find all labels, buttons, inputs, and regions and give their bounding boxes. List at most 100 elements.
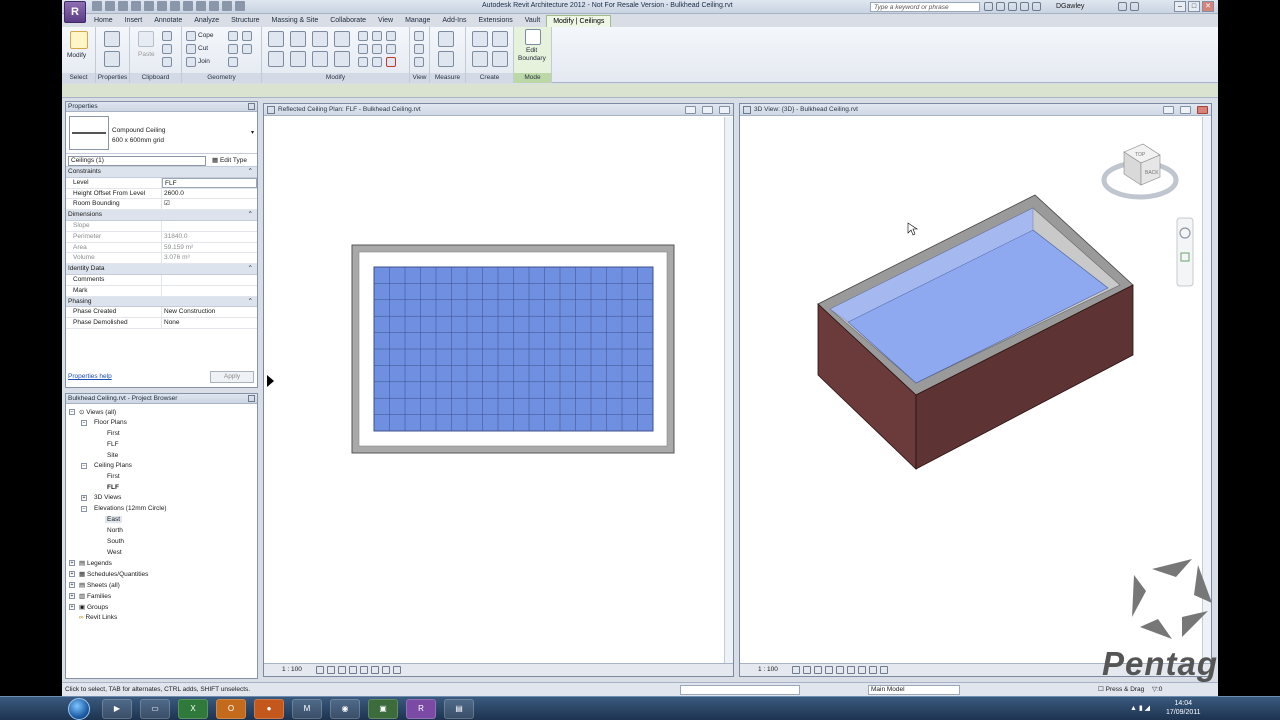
reveal-hidden-icon[interactable] (393, 666, 401, 674)
tree-3d-views[interactable]: 3D Views (94, 494, 121, 501)
join-icon[interactable] (186, 57, 196, 67)
property-value[interactable]: New Construction (162, 307, 257, 317)
properties-section-header[interactable]: Dimensions (66, 210, 257, 221)
subscription-icon[interactable] (996, 2, 1005, 11)
workset-selector[interactable] (680, 685, 800, 695)
edit-type-button[interactable]: ▦ Edit Type (212, 156, 247, 164)
minimize-button[interactable] (685, 106, 696, 114)
tree-ceiling-flf[interactable]: FLF (107, 484, 119, 491)
visual-style-icon[interactable] (327, 666, 335, 674)
expand-icon[interactable]: + (69, 582, 75, 588)
tree-elevation-north[interactable]: North (107, 527, 123, 534)
undo-icon[interactable] (118, 1, 128, 11)
outlook-icon[interactable]: O (216, 699, 246, 719)
detail-level-icon[interactable] (792, 666, 800, 674)
tree-views-all[interactable]: ⊙ Views (all) (79, 408, 116, 416)
modify-arrow-icon[interactable] (70, 31, 88, 49)
properties-help-link[interactable]: Properties help (68, 373, 112, 380)
trim-multiple-icon[interactable] (386, 31, 396, 41)
align-end-icon[interactable] (372, 57, 382, 67)
measure-distance-icon[interactable] (438, 31, 454, 47)
tree-elevations[interactable]: Elevations (12mm Circle) (94, 505, 167, 512)
property-value[interactable]: ☑ (162, 199, 257, 209)
properties-icon[interactable] (104, 51, 120, 67)
cut-label[interactable]: Cut (198, 45, 208, 52)
hide-icon[interactable] (414, 31, 424, 41)
split-face-icon[interactable] (228, 31, 238, 41)
show-crop-icon[interactable] (847, 666, 855, 674)
scale-icon[interactable] (372, 44, 382, 54)
thin-lines-icon[interactable] (209, 1, 219, 11)
tab-annotate[interactable]: Annotate (148, 15, 188, 27)
user-name[interactable]: DGawley (1056, 3, 1084, 10)
save-icon[interactable] (105, 1, 115, 11)
crop-icon[interactable] (360, 666, 368, 674)
measure-icon[interactable] (144, 1, 154, 11)
split-icon[interactable] (358, 31, 368, 41)
tab-insert[interactable]: Insert (119, 15, 149, 27)
tag-icon[interactable] (157, 1, 167, 11)
navigation-bar[interactable] (1176, 217, 1194, 287)
type-selector[interactable]: Compound Ceiling 600 x 600mm grid ▾ (66, 112, 257, 154)
close-icon[interactable] (248, 395, 255, 402)
collapse-icon[interactable]: − (81, 506, 87, 512)
cope-icon[interactable] (186, 31, 196, 41)
visual-style-icon[interactable] (803, 666, 811, 674)
viewcube[interactable]: TOP BACK (1101, 143, 1179, 200)
instance-selector[interactable]: Ceilings (1) (68, 156, 206, 166)
close-icon[interactable] (248, 103, 255, 110)
split-gap-icon[interactable] (372, 31, 382, 41)
type-properties-icon[interactable] (104, 31, 120, 47)
start-button[interactable] (68, 698, 90, 720)
unjoin-icon[interactable] (228, 57, 238, 67)
media-player-icon[interactable]: ▶ (102, 699, 132, 719)
tab-collaborate[interactable]: Collaborate (324, 15, 372, 27)
application-menu-button[interactable]: R (64, 1, 86, 23)
property-value[interactable]: 2600.0 (162, 189, 257, 199)
tree-floor-flf[interactable]: FLF (107, 441, 119, 448)
crop-icon[interactable] (836, 666, 844, 674)
tab-modify-ceilings[interactable]: Modify | Ceilings (546, 15, 612, 27)
tree-legends[interactable]: ▤ Legends (79, 559, 112, 567)
tab-vault[interactable]: Vault (519, 15, 546, 27)
property-value[interactable] (162, 286, 257, 296)
property-value[interactable]: None (162, 318, 257, 328)
create-group-icon[interactable] (472, 51, 488, 67)
3d-view-scale[interactable]: 1 : 100 (758, 664, 778, 676)
create-assembly-icon[interactable] (472, 31, 488, 47)
tree-elevation-south[interactable]: South (107, 538, 124, 545)
expand-icon[interactable]: + (69, 560, 75, 566)
tree-schedules[interactable]: ▦ Schedules/Quantities (79, 570, 148, 578)
clock[interactable]: 14:04 17/09/2011 (1166, 699, 1201, 717)
restore-button[interactable] (1180, 106, 1191, 114)
lock-view-icon[interactable] (858, 666, 866, 674)
mirror-pick-icon[interactable] (312, 31, 328, 47)
tree-sheets[interactable]: ▤ Sheets (all) (79, 581, 120, 589)
paint-icon[interactable] (242, 31, 252, 41)
join-label[interactable]: Join (198, 58, 210, 65)
wall-joins-icon[interactable] (242, 44, 252, 54)
property-value[interactable] (162, 275, 257, 285)
close-button[interactable]: ✕ (1202, 1, 1214, 12)
filter-icon[interactable]: ▽:0 (1152, 683, 1162, 696)
minimize-button[interactable] (1163, 106, 1174, 114)
edit-boundary-icon[interactable] (525, 29, 541, 45)
move-icon[interactable] (268, 51, 284, 67)
chrome-icon[interactable]: ◉ (330, 699, 360, 719)
sun-path-icon[interactable] (814, 666, 822, 674)
rcp-canvas[interactable] (264, 117, 735, 665)
expand-icon[interactable]: + (69, 604, 75, 610)
tree-floor-plans[interactable]: Floor Plans (94, 419, 127, 426)
chevron-down-icon[interactable]: ▾ (251, 129, 254, 136)
firefox-icon[interactable]: ● (254, 699, 284, 719)
property-value[interactable]: FLF (162, 177, 257, 188)
binoculars-icon[interactable] (984, 2, 993, 11)
text-icon[interactable] (170, 1, 180, 11)
collapse-icon[interactable]: − (81, 420, 87, 426)
properties-section-header[interactable]: Phasing (66, 296, 257, 308)
system-tray[interactable]: ▲ ▮ ◢ (1130, 704, 1150, 712)
tab-structure[interactable]: Structure (225, 15, 265, 27)
collapse-icon[interactable]: − (69, 409, 75, 415)
temporary-hide-icon[interactable] (869, 666, 877, 674)
rcp-vertical-scrollbar[interactable] (724, 117, 733, 663)
